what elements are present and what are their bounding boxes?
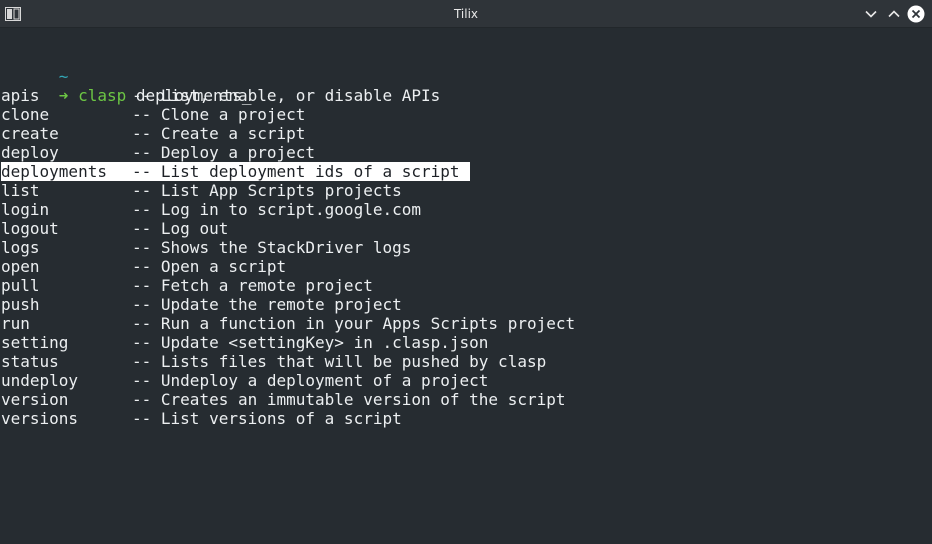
separator: -- <box>132 295 152 314</box>
completion-name: create <box>1 124 59 143</box>
separator: -- <box>132 181 152 200</box>
completion-name: push <box>1 295 40 314</box>
completion-name: deployments <box>1 162 107 181</box>
completion-description: -- List versions of a script <box>132 409 402 428</box>
completion-description: -- Shows the StackDriver logs <box>132 238 411 257</box>
separator: -- <box>132 238 152 257</box>
description-text: Update <settingKey> in .clasp.json <box>160 333 489 352</box>
tilix-window: Tilix ~ ➜ clasp deployments_ apis -- List… <box>0 0 932 544</box>
separator: -- <box>132 352 152 371</box>
prompt-line[interactable]: ➜ clasp deployments_ <box>1 67 252 105</box>
terminal-pane[interactable]: ~ ➜ clasp deployments_ apis -- List, enab… <box>0 28 932 544</box>
description-text: Creates an immutable version of the scri… <box>160 390 566 409</box>
description-text: Undeploy a deployment of a project <box>160 371 489 390</box>
completion-description: -- List App Scripts projects <box>132 181 402 200</box>
completion-name: clone <box>1 105 50 124</box>
description-text: Open a script <box>160 257 287 276</box>
separator: -- <box>132 371 152 390</box>
description-text: Lists files that will be pushed by clasp <box>160 352 547 371</box>
completion-name: login <box>1 200 50 219</box>
chevron-down-icon[interactable] <box>862 5 880 23</box>
description-text: Fetch a remote project <box>160 276 373 295</box>
completion-name: run <box>1 314 30 333</box>
chevron-up-icon[interactable] <box>885 5 903 23</box>
completion-name: setting <box>1 333 69 352</box>
separator: -- <box>132 105 152 124</box>
completion-name: open <box>1 257 40 276</box>
description-text: Run a function in your Apps Scripts proj… <box>160 314 576 333</box>
completion-name: apis <box>1 86 40 105</box>
separator: -- <box>132 257 152 276</box>
separator: -- <box>132 276 152 295</box>
completion-description: -- Update <settingKey> in .clasp.json <box>132 333 488 352</box>
separator: -- <box>132 143 152 162</box>
description-text: Deploy a project <box>160 143 316 162</box>
description-text: List deployment ids of a script <box>160 162 460 181</box>
completion-description: -- Log in to script.google.com <box>132 200 421 219</box>
description-text: List, enable, or disable APIs <box>160 86 441 105</box>
completion-description: -- Fetch a remote project <box>132 276 373 295</box>
completion-description: -- Create a script <box>132 124 305 143</box>
description-text: Clone a project <box>160 105 306 124</box>
separator: -- <box>132 409 152 428</box>
cwd-line: ~ <box>1 48 69 86</box>
title-bar[interactable]: Tilix <box>0 0 932 28</box>
description-text: Shows the StackDriver logs <box>160 238 412 257</box>
description-text: Update the remote project <box>160 295 402 314</box>
completion-name: deploy <box>1 143 59 162</box>
completion-name: list <box>1 181 40 200</box>
separator: -- <box>132 162 152 181</box>
separator: -- <box>132 333 152 352</box>
description-text: Log out <box>160 219 229 238</box>
completion-description: -- Clone a project <box>132 105 305 124</box>
window-title: Tilix <box>453 7 479 21</box>
separator: -- <box>132 314 152 333</box>
completion-description: -- Run a function in your Apps Scripts p… <box>132 314 575 333</box>
separator: -- <box>132 219 152 238</box>
separator: -- <box>132 390 152 409</box>
completion-description: -- Log out <box>132 219 228 238</box>
prompt-arrow: ➜ <box>58 86 69 105</box>
separator: -- <box>132 86 152 105</box>
description-text: List versions of a script <box>160 409 402 428</box>
completion-description: -- List, enable, or disable APIs <box>132 86 440 105</box>
completion-description: -- Undeploy a deployment of a project <box>132 371 488 390</box>
completion-description: -- Lists files that will be pushed by cl… <box>132 352 546 371</box>
completion-name: logs <box>1 238 40 257</box>
description-text: Log in to script.google.com <box>160 200 421 219</box>
completion-description: -- Creates an immutable version of the s… <box>132 390 565 409</box>
completion-name: undeploy <box>1 371 79 390</box>
completion-name: versions <box>1 409 79 428</box>
description-text: List App Scripts projects <box>160 181 402 200</box>
completion-description: -- List deployment ids of a script <box>132 162 460 181</box>
completion-row-selected[interactable]: deployments -- List deployment ids of a s… <box>1 162 470 181</box>
completion-name: version <box>1 390 69 409</box>
separator: -- <box>132 124 152 143</box>
completion-name: status <box>1 352 59 371</box>
completion-description: -- Update the remote project <box>132 295 402 314</box>
close-icon[interactable] <box>907 5 925 23</box>
description-text: Create a script <box>160 124 306 143</box>
completion-description: -- Open a script <box>132 257 286 276</box>
completion-name: logout <box>1 219 59 238</box>
separator: -- <box>132 200 152 219</box>
completion-name: pull <box>1 276 40 295</box>
command: clasp <box>78 86 127 105</box>
completion-description: -- Deploy a project <box>132 143 315 162</box>
